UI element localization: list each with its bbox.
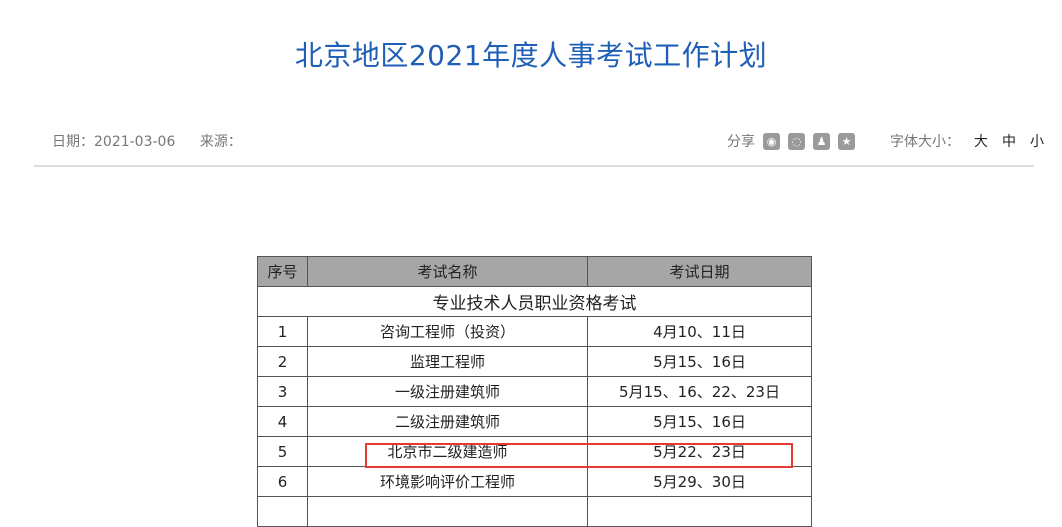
section-title: 专业技术人员职业资格考试 [257,286,812,317]
row-exam-date: 5月15、16日 [587,406,812,437]
page-title: 北京地区2021年度人事考试工作计划 [294,39,768,72]
row-exam-date: 5月29、30日 [587,466,812,497]
weibo-icon[interactable]: ◉ [763,132,780,150]
header-exam-date: 考试日期 [587,256,812,287]
font-size-label: 字体大小： [890,134,960,150]
row-no: 6 [257,466,308,497]
table-row: 4 二级注册建筑师 5月15、16日 [257,406,812,437]
row-exam-date: 4月10、11日 [587,316,812,347]
font-size-small-button[interactable]: 小 [1030,131,1044,151]
table-row: 1 咨询工程师（投资） 4月10、11日 [257,316,812,347]
row-exam-date: 5月22、23日 [587,436,812,467]
table-row: 5 北京市二级建造师 5月22、23日 [257,436,812,467]
source-label: 来源： [199,134,242,150]
section-row: 专业技术人员职业资格考试 [257,286,812,317]
table-header-row: 序号 考试名称 考试日期 [257,256,812,287]
row-no: 3 [257,376,308,407]
wechat-icon[interactable]: ◌ [788,132,805,150]
article-meta: 日期：2021-03-06 来源： [52,131,262,151]
row-no: 5 [257,436,308,467]
share-label: 分享 [727,134,755,150]
row-no: 4 [257,406,308,437]
font-size-medium-button[interactable]: 中 [1002,131,1016,151]
header-no: 序号 [257,256,308,287]
table-row: 2 监理工程师 5月15、16日 [257,346,812,377]
row-exam-name: 环境影响评价工程师 [307,466,588,497]
publish-date: 日期：2021-03-06 [52,134,176,150]
row-no: 1 [257,316,308,347]
share-bar: 分享 ◉ ◌ ♟ ★ [727,131,863,151]
row-exam-name: 监理工程师 [307,346,588,377]
row-no: 2 [257,346,308,377]
header-divider [34,165,1034,167]
row-exam-name: 北京市二级建造师 [307,436,588,467]
row-exam-date: 5月15、16、22、23日 [587,376,812,407]
font-size-control: 字体大小： 大 中 小 [890,131,1044,151]
row-exam-name: 咨询工程师（投资） [307,316,588,347]
row-exam-name: 一级注册建筑师 [307,376,588,407]
font-size-large-button[interactable]: 大 [974,131,988,151]
table-row: 3 一级注册建筑师 5月15、16、22、23日 [257,376,812,407]
exam-schedule-table: 序号 考试名称 考试日期 专业技术人员职业资格考试 1 咨询工程师（投资） 4月… [257,256,812,527]
qq-icon[interactable]: ♟ [813,132,830,150]
qzone-icon[interactable]: ★ [838,132,855,150]
row-exam-date: 5月15、16日 [587,346,812,377]
table-row: 6 环境影响评价工程师 5月29、30日 [257,466,812,497]
row-exam-name: 二级注册建筑师 [307,406,588,437]
header-exam-name: 考试名称 [307,256,588,287]
